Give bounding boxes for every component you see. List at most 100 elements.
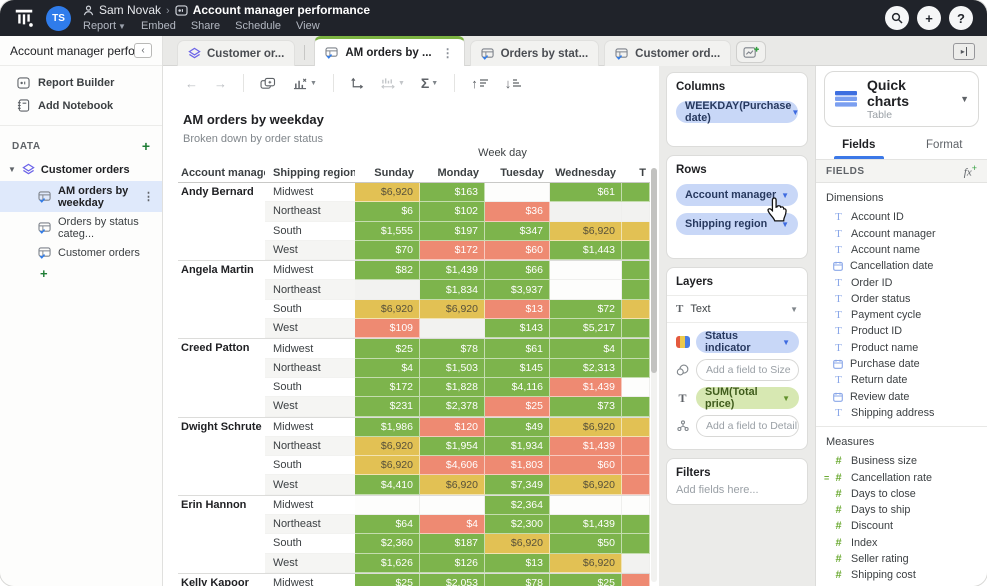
column-header-tuesday[interactable]: Tuesday: [485, 167, 550, 179]
value-cell[interactable]: $4: [355, 359, 420, 378]
measure-seller-rating[interactable]: #Seller rating: [833, 551, 987, 567]
value-cell[interactable]: [622, 437, 650, 456]
value-cell[interactable]: $143: [485, 319, 550, 338]
tab-customer-ord-[interactable]: Customer ord...: [604, 40, 731, 66]
dimension-order-id[interactable]: TOrder ID: [833, 274, 987, 290]
region-cell[interactable]: Midwest: [265, 574, 355, 586]
value-cell[interactable]: $6,920: [420, 300, 485, 319]
value-cell[interactable]: $1,439: [550, 378, 622, 397]
measure-discount[interactable]: #Discount: [833, 518, 987, 534]
value-cell[interactable]: $25: [355, 574, 420, 586]
value-cell[interactable]: [622, 202, 650, 221]
value-cell[interactable]: $1,803: [485, 456, 550, 475]
region-cell[interactable]: South: [265, 300, 355, 319]
value-cell[interactable]: $2,378: [420, 397, 485, 416]
value-cell[interactable]: $4,410: [355, 475, 420, 494]
empty-field-drop[interactable]: Add a field to Size: [696, 359, 799, 381]
value-cell[interactable]: $1,626: [355, 554, 420, 573]
chevron-down-icon[interactable]: ▼: [8, 165, 16, 174]
value-cell[interactable]: $25: [485, 397, 550, 416]
menu-item-report[interactable]: Report▼: [83, 20, 126, 32]
value-cell[interactable]: $4,116: [485, 378, 550, 397]
value-cell[interactable]: $163: [420, 183, 485, 202]
value-cell[interactable]: $6,920: [550, 418, 622, 437]
value-cell[interactable]: $5,217: [550, 319, 622, 338]
measure-business-size[interactable]: #Business size: [833, 453, 987, 469]
dimension-return-date[interactable]: TReturn date: [833, 372, 987, 388]
value-cell[interactable]: $7,349: [485, 475, 550, 494]
region-cell[interactable]: Northeast: [265, 515, 355, 534]
value-cell[interactable]: [355, 280, 420, 299]
dimension-shipping-address[interactable]: TShipping address: [833, 405, 987, 421]
value-cell[interactable]: $120: [420, 418, 485, 437]
region-cell[interactable]: West: [265, 554, 355, 573]
region-cell[interactable]: Midwest: [265, 339, 355, 358]
value-cell[interactable]: $64: [355, 515, 420, 534]
field-pill-status-indicator[interactable]: Status indicator▼: [696, 331, 799, 353]
region-cell[interactable]: Northeast: [265, 359, 355, 378]
value-cell[interactable]: $61: [550, 183, 622, 202]
dimension-account-name[interactable]: TAccount name: [833, 242, 987, 258]
add-button[interactable]: +: [917, 6, 941, 30]
value-cell[interactable]: $4: [420, 515, 485, 534]
value-cell[interactable]: $6: [355, 202, 420, 221]
value-cell[interactable]: [622, 456, 650, 475]
measure-days-to-ship[interactable]: #Days to ship: [833, 502, 987, 518]
value-cell[interactable]: [355, 496, 420, 515]
value-cell[interactable]: $3,937: [485, 280, 550, 299]
value-cell[interactable]: [550, 261, 622, 280]
value-cell[interactable]: [622, 418, 650, 437]
value-cell[interactable]: $1,503: [420, 359, 485, 378]
field-pill-weekday-purchase-date-[interactable]: WEEKDAY(Purchase date)▼: [676, 101, 798, 123]
add-data-button[interactable]: +: [142, 138, 150, 154]
region-cell[interactable]: West: [265, 475, 355, 494]
dimension-account-id[interactable]: TAccount ID: [833, 209, 987, 225]
value-cell[interactable]: [420, 319, 485, 338]
value-cell[interactable]: $6,920: [550, 222, 622, 241]
dimension-product-id[interactable]: TProduct ID: [833, 323, 987, 339]
value-cell[interactable]: [550, 202, 622, 221]
app-logo-icon[interactable]: [12, 6, 36, 30]
distribute-icon[interactable]: ▼: [380, 77, 405, 90]
add-visualization-button[interactable]: +: [0, 262, 162, 285]
value-cell[interactable]: $145: [485, 359, 550, 378]
column-header-t[interactable]: T: [622, 167, 650, 179]
sidebar-item-am-orders-by-weekday[interactable]: AM orders by weekday⋮: [0, 181, 162, 212]
value-cell[interactable]: $82: [355, 261, 420, 280]
measure-days-to-close[interactable]: #Days to close: [833, 486, 987, 502]
avatar[interactable]: TS: [46, 6, 71, 31]
value-cell[interactable]: $25: [355, 339, 420, 358]
value-cell[interactable]: $50: [550, 534, 622, 553]
measure-cancellation-rate[interactable]: #=Cancellation rate: [833, 469, 987, 485]
value-cell[interactable]: $6,920: [550, 475, 622, 494]
field-pill-account-manager[interactable]: Account manager▼: [676, 184, 798, 206]
column-header-sunday[interactable]: Sunday: [355, 167, 420, 179]
tab-customer-or-[interactable]: Customer or...: [177, 40, 295, 66]
value-cell[interactable]: $109: [355, 319, 420, 338]
add-formula-button[interactable]: fx+: [964, 163, 977, 179]
transpose-icon[interactable]: [350, 77, 364, 90]
value-cell[interactable]: [622, 261, 650, 280]
value-cell[interactable]: $1,439: [550, 437, 622, 456]
column-header-account-manager[interactable]: Account manager: [178, 167, 265, 179]
value-cell[interactable]: $172: [420, 241, 485, 260]
value-cell[interactable]: [622, 378, 650, 397]
value-cell[interactable]: $231: [355, 397, 420, 416]
value-cell[interactable]: $102: [420, 202, 485, 221]
region-cell[interactable]: Northeast: [265, 280, 355, 299]
value-cell[interactable]: $6,920: [355, 183, 420, 202]
region-cell[interactable]: South: [265, 222, 355, 241]
measure-shipping-cost[interactable]: #Shipping cost: [833, 567, 987, 583]
value-cell[interactable]: $6,920: [420, 475, 485, 494]
value-cell[interactable]: [622, 300, 650, 319]
value-cell[interactable]: $66: [485, 261, 550, 280]
sort-ascending-icon[interactable]: ↑: [471, 76, 489, 91]
value-cell[interactable]: $1,986: [355, 418, 420, 437]
value-cell[interactable]: [550, 496, 622, 515]
manager-cell[interactable]: Andy Bernard: [178, 183, 265, 260]
menu-item-embed[interactable]: Embed: [141, 20, 176, 32]
dimension-cancellation-date[interactable]: Cancellation date: [833, 258, 987, 274]
value-cell[interactable]: $36: [485, 202, 550, 221]
dimension-account-manager[interactable]: TAccount manager: [833, 226, 987, 242]
tab-am-orders-by-[interactable]: AM orders by ...⋮: [314, 36, 464, 66]
